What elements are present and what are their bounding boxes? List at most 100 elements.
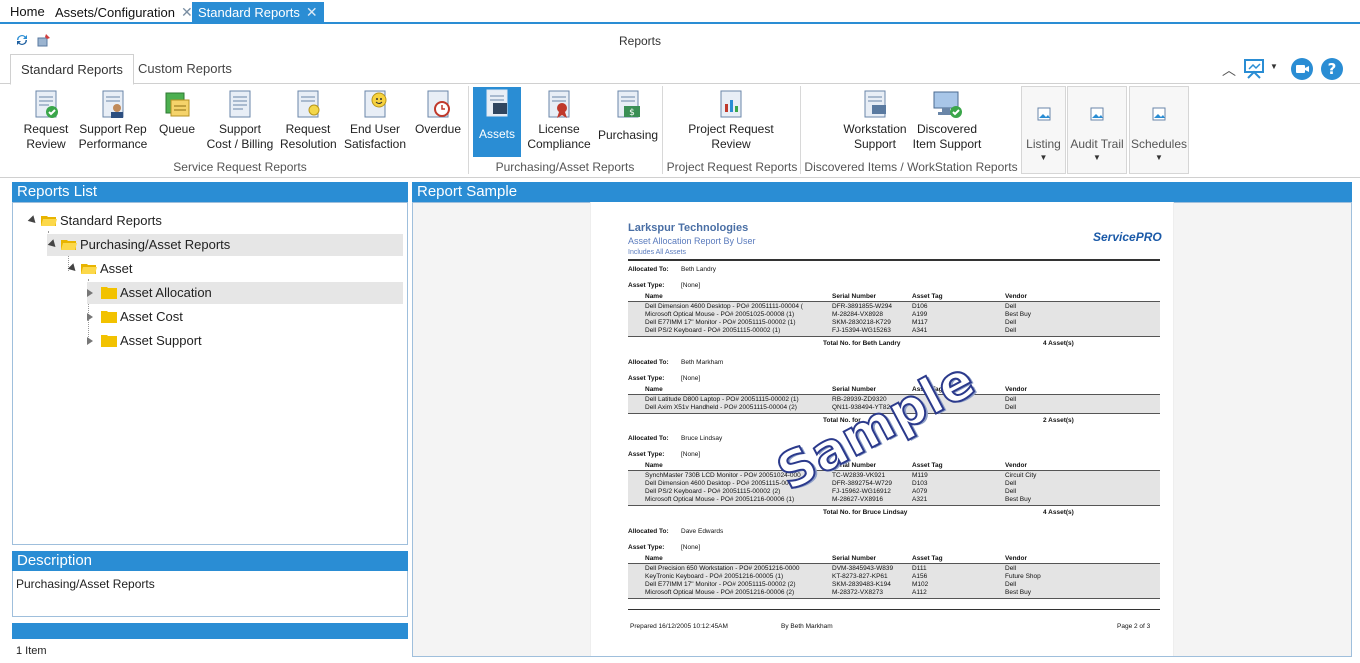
asset-type-value: [None] — [681, 544, 701, 551]
video-icon[interactable] — [1290, 57, 1314, 81]
report-table-cell: FJ-15962-WG16912 — [832, 488, 891, 495]
tree-label: Standard Reports — [60, 213, 162, 228]
tree-node-purchasing-asset-reports[interactable]: Purchasing/Asset Reports — [47, 234, 403, 256]
request-review-button[interactable]: Request Review — [20, 88, 72, 154]
report-table-cell: Best Buy — [1005, 311, 1032, 318]
status-header — [12, 623, 408, 639]
expanded-triangle-icon[interactable] — [27, 215, 39, 226]
collapse-ribbon-icon[interactable]: ︿ — [1222, 60, 1236, 80]
group-total-count: 2 Asset(s) — [1043, 417, 1074, 424]
license-compliance-button[interactable]: License Compliance — [526, 88, 592, 154]
tab-custom-reports[interactable]: Custom Reports — [128, 54, 242, 84]
queue-button[interactable]: Queue — [156, 88, 198, 154]
support-rep-performance-button[interactable]: Support Rep Performance — [78, 88, 148, 154]
report-table-cell: M117 — [912, 319, 928, 326]
svg-text:$: $ — [629, 108, 635, 118]
column-vendor: Vendor — [1005, 386, 1028, 393]
schedules-dropdown[interactable]: Schedules ▼ — [1129, 86, 1189, 174]
report-smiley-icon — [364, 90, 387, 118]
column-tag: Asset Tag — [912, 555, 943, 562]
request-resolution-button[interactable]: Request Resolution — [280, 88, 337, 154]
column-serial: Serial Number — [832, 293, 877, 300]
end-user-satisfaction-line2: Satisfaction — [343, 137, 407, 151]
help-icon[interactable]: ? — [1320, 57, 1344, 81]
report-cost-icon — [229, 90, 251, 118]
allocated-to-value: Bruce Lindsay — [681, 435, 723, 442]
report-table-cell: Microsoft Optical Mouse - PO# 20051216-0… — [645, 496, 795, 503]
tab-assets-configuration[interactable]: Assets/Configuration ✕ — [49, 2, 199, 22]
close-icon[interactable]: ✕ — [181, 2, 193, 22]
ribbon-separator — [662, 86, 663, 174]
asset-type-label: Asset Type: — [628, 282, 665, 289]
reports-list-tree: Standard Reports Purchasing/Asset Report… — [12, 202, 408, 545]
overdue-button[interactable]: Overdue — [414, 88, 462, 154]
presentation-icon[interactable] — [1242, 58, 1266, 80]
chevron-down-icon[interactable]: ▼ — [1270, 62, 1278, 71]
tree-label: Asset Allocation — [120, 285, 212, 300]
collapsed-triangle-icon[interactable] — [87, 337, 93, 345]
report-table-cell: Future Shop — [1005, 573, 1041, 580]
overdue-line1: Overdue — [414, 122, 462, 136]
allocated-to-label: Allocated To: — [628, 435, 669, 442]
report-table-cell: A079 — [912, 488, 928, 495]
expanded-triangle-icon[interactable] — [67, 263, 79, 274]
tab-standard-reports-ribbon[interactable]: Standard Reports — [10, 54, 134, 85]
report-table-cell: Dell E77IMM 17" Monitor - PO# 20051115-0… — [645, 581, 796, 588]
ribbon-separator — [800, 86, 801, 174]
column-serial: Serial Number — [832, 386, 877, 393]
report-table-cell: Dell Precision 650 Workstation - PO# 200… — [645, 565, 800, 572]
audit-trail-dropdown[interactable]: Audit Trail ▼ — [1067, 86, 1127, 174]
description-box: Purchasing/Asset Reports — [12, 571, 408, 617]
listing-dropdown[interactable]: Listing ▼ — [1021, 86, 1066, 174]
project-request-review-button[interactable]: Project Request Review — [686, 88, 776, 154]
support-rep-performance-line2: Performance — [78, 137, 148, 151]
tab-assets-configuration-label: Assets/Configuration — [55, 5, 175, 20]
asset-type-value: [None] — [681, 375, 701, 382]
assets-line1: Assets — [478, 127, 515, 141]
report-workstation-icon — [864, 90, 886, 118]
tab-standard-reports[interactable]: Standard Reports ✕ — [192, 2, 324, 24]
report-table-cell: DFR-3892754-W729 — [832, 480, 892, 487]
report-table-cell: M-28372-VX8273 — [832, 589, 883, 596]
tree-node-standard-reports[interactable]: Standard Reports — [27, 210, 227, 232]
end-user-satisfaction-button[interactable]: End User Satisfaction — [342, 88, 408, 154]
purchasing-button[interactable]: $ Purchasing — [598, 88, 658, 154]
tree-node-asset-support[interactable]: Asset Support — [87, 330, 287, 352]
request-resolution-line1: Request — [285, 122, 331, 136]
app-header: Reports — [0, 26, 1360, 54]
report-table-cell: Dell E77IMM 17" Monitor - PO# 20051115-0… — [645, 319, 796, 326]
column-vendor: Vendor — [1005, 555, 1028, 562]
tree-node-asset-cost[interactable]: Asset Cost — [87, 306, 287, 328]
discovered-items-group-label: Discovered Items / WorkStation Reports — [804, 160, 1018, 174]
report-table-cell: A199 — [912, 311, 928, 318]
allocated-to-value: Dave Edwards — [681, 528, 724, 535]
license-compliance-line1: License — [538, 122, 580, 136]
service-request-reports-group-label: Service Request Reports — [173, 160, 307, 174]
report-table-cell: A156 — [912, 573, 928, 580]
tree-node-asset[interactable]: Asset — [67, 258, 267, 280]
report-table-cell: SynchMaster 730B LCD Monitor - PO# 20051… — [645, 472, 801, 479]
report-user-icon — [102, 90, 124, 118]
allocated-to-label: Allocated To: — [628, 266, 669, 273]
collapsed-triangle-icon[interactable] — [87, 313, 93, 321]
tab-home[interactable]: Home — [4, 2, 51, 22]
expanded-triangle-icon[interactable] — [47, 239, 59, 250]
project-request-review-line1: Project Request — [688, 122, 774, 136]
svg-text:?: ? — [1328, 60, 1337, 78]
report-table-cell: M102 — [912, 581, 929, 588]
folder-open-icon — [41, 216, 57, 226]
support-cost-billing-button[interactable]: Support Cost / Billing — [204, 88, 276, 154]
support-cost-billing-line1: Support — [218, 122, 262, 136]
assets-button[interactable]: Assets — [473, 87, 521, 157]
collapsed-triangle-icon[interactable] — [87, 289, 93, 297]
chevron-down-icon: ▼ — [1155, 153, 1163, 162]
report-table-cell: Dell PS/2 Keyboard - PO# 20051115-00002 … — [645, 488, 781, 495]
schedules-label: Schedules — [1130, 137, 1188, 151]
report-subtitle-secondary: Includes All Assets — [628, 249, 686, 256]
discovered-item-support-button[interactable]: Discovered Item Support — [912, 88, 982, 154]
project-request-reports-group-label: Project Request Reports — [666, 160, 798, 174]
tree-node-asset-allocation[interactable]: Asset Allocation — [87, 282, 403, 304]
workstation-support-button[interactable]: Workstation Support — [840, 88, 910, 154]
close-icon[interactable]: ✕ — [306, 2, 318, 22]
report-table-cell: Dell — [1005, 404, 1017, 411]
